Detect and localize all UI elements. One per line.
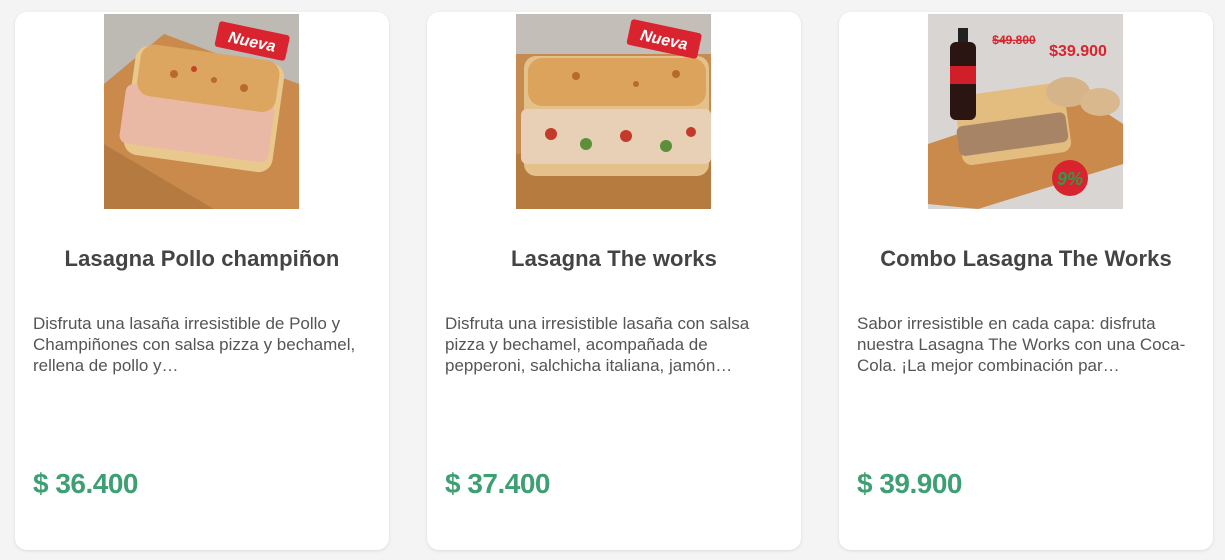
product-title[interactable]: Lasagna Pollo champiñon: [15, 246, 389, 272]
product-image[interactable]: $49.800 $39.900 9%: [928, 14, 1123, 209]
product-image[interactable]: Nueva: [516, 14, 711, 209]
product-description: Disfruta una lasaña irresistible de Poll…: [33, 313, 373, 383]
product-card[interactable]: $49.800 $39.900 9% Combo Lasagna The Wor…: [839, 12, 1213, 550]
combo-photo: $49.800 $39.900 9%: [928, 14, 1123, 209]
product-description: Sabor irresistible en cada capa: disfrut…: [857, 313, 1197, 383]
product-title[interactable]: Lasagna The works: [427, 246, 801, 272]
product-card[interactable]: Nueva Lasagna The works Disfruta una irr…: [427, 12, 801, 550]
product-price: $ 39.900: [857, 468, 963, 499]
discount-badge: 9%: [1057, 169, 1083, 189]
product-title[interactable]: Combo Lasagna The Works: [839, 246, 1213, 272]
product-description: Disfruta una irresistible lasaña con sal…: [445, 313, 785, 383]
product-grid: Nueva Lasagna Pollo champiñon Disfruta u…: [0, 0, 1225, 560]
product-price: $ 36.400: [33, 468, 139, 499]
lasagna-photo: Nueva: [516, 14, 711, 209]
product-image[interactable]: Nueva: [104, 14, 299, 209]
lasagna-photo: Nueva: [104, 14, 299, 209]
product-price: $ 37.400: [445, 468, 551, 499]
old-price-label: $49.800: [992, 33, 1036, 47]
product-card[interactable]: Nueva Lasagna Pollo champiñon Disfruta u…: [15, 12, 389, 550]
promo-price-label: $39.900: [1049, 43, 1107, 60]
